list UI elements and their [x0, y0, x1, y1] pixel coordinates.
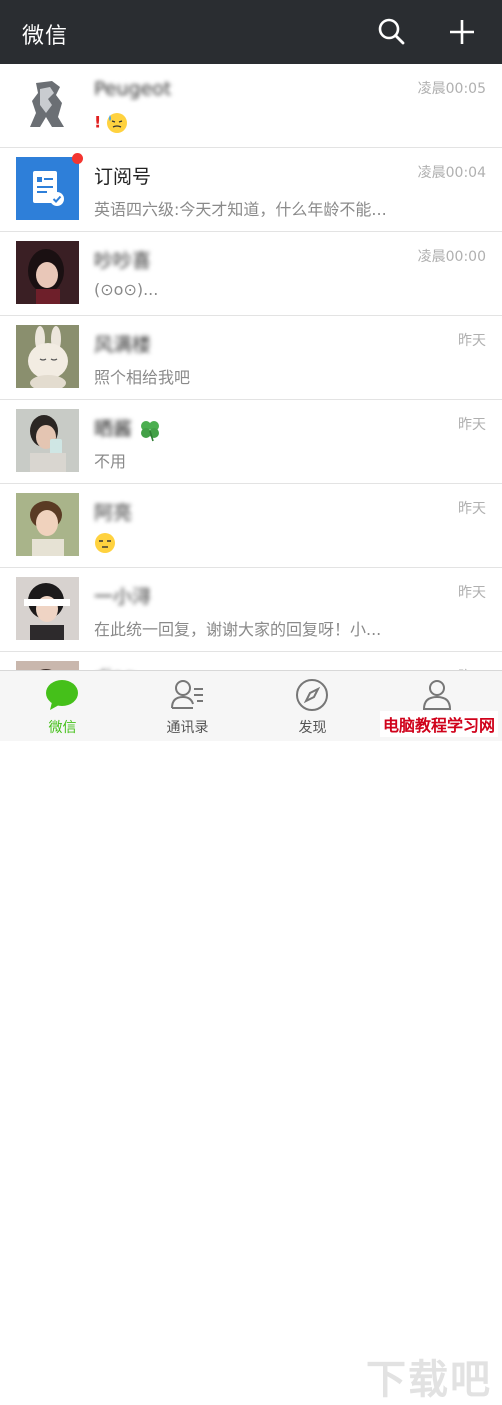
avatar [16, 493, 79, 556]
tab-contacts[interactable]: 通讯录 [125, 671, 250, 741]
chat-preview: ! [94, 112, 128, 134]
chat-list: Peugeot ! 凌晨00:05 订阅号 英语四六级:今天才知道，什么年龄不能… [0, 64, 502, 670]
chat-row[interactable]: Peugeot ! 凌晨00:05 [0, 64, 502, 148]
plus-icon[interactable] [444, 14, 480, 50]
avatar [16, 661, 79, 670]
top-bar: 微信 [0, 0, 502, 64]
bunny-plush-icon [16, 325, 79, 388]
sweat-emoji-icon [107, 113, 128, 133]
chat-row[interactable]: 吵吵喜 (⊙o⊙)... 凌晨00:00 [0, 232, 502, 316]
chat-time: 昨天 [458, 585, 486, 601]
avatar [16, 577, 79, 640]
search-icon[interactable] [374, 14, 410, 50]
tab-label: 通讯录 [166, 720, 209, 736]
bottom-tab-bar: 下载吧 微信 通讯录 发现 我 电脑教程学习网 [0, 670, 502, 1403]
subscription-icon [16, 157, 79, 220]
watermark-logo: 下载吧 [366, 1357, 492, 1403]
avatar [16, 409, 79, 472]
avatar-photo-icon [16, 241, 79, 304]
chat-row[interactable]: 风满楼 照个相给我吧 昨天 [0, 316, 502, 400]
avatar-photo-icon [16, 661, 79, 670]
chat-time: 昨天 [458, 417, 486, 433]
chat-preview: 照个相给我吧 [94, 368, 191, 387]
unread-badge [72, 153, 83, 164]
chat-name: 订阅号 [94, 166, 152, 188]
chat-preview: 英语四六级:今天才知道，什么年龄不能... [94, 200, 387, 219]
avatar [16, 241, 79, 304]
watermark-text: 电脑教程学习网 [379, 711, 498, 737]
clover-icon [141, 420, 160, 441]
chat-row[interactable]: ding 昨天 [0, 652, 502, 670]
tab-label: 发现 [298, 720, 327, 736]
compass-icon [296, 679, 328, 711]
chat-row[interactable]: 订阅号 英语四六级:今天才知道，什么年龄不能... 凌晨00:04 [0, 148, 502, 232]
chat-preview: (⊙o⊙)... [94, 280, 159, 299]
contacts-icon [171, 680, 203, 709]
avatar-photo-icon [16, 493, 79, 556]
unamused-emoji-icon [95, 533, 115, 553]
chat-row[interactable]: 一小浔 在此统一回复，谢谢大家的回复呀！小... 昨天 [0, 568, 502, 652]
person-icon [422, 680, 452, 710]
chat-time: 凌晨00:05 [417, 81, 486, 97]
chat-row[interactable]: 晒酱 不用 昨天 [0, 400, 502, 484]
tab-label: 微信 [48, 720, 77, 736]
app-title: 微信 [22, 24, 69, 49]
chat-name: 一小浔 [94, 586, 152, 608]
chat-name: 吵吵喜 [94, 250, 152, 272]
avatar [16, 73, 79, 136]
chat-time: 昨天 [458, 501, 486, 517]
avatar [16, 325, 79, 388]
chat-bubble-icon [46, 680, 78, 710]
chat-name: 风满楼 [94, 334, 152, 356]
chat-preview [94, 532, 116, 554]
chat-row[interactable]: 阿亮 昨天 [0, 484, 502, 568]
chat-name: 阿亮 [94, 502, 133, 524]
tab-chats[interactable]: 微信 [0, 671, 125, 741]
chat-preview: 在此统一回复，谢谢大家的回复呀！小... [94, 620, 382, 639]
tab-discover[interactable]: 发现 [250, 671, 375, 741]
chat-name: 晒酱 [94, 414, 162, 442]
chat-name: Peugeot [94, 78, 172, 100]
chat-time: 凌晨00:04 [417, 165, 486, 181]
avatar-photo-icon [16, 409, 79, 472]
chat-preview: 不用 [94, 452, 127, 471]
avatar-photo-icon [16, 577, 79, 640]
avatar [16, 157, 79, 220]
chat-time: 凌晨00:00 [417, 249, 486, 265]
lion-logo-icon [16, 73, 79, 136]
chat-time: 昨天 [458, 333, 486, 349]
